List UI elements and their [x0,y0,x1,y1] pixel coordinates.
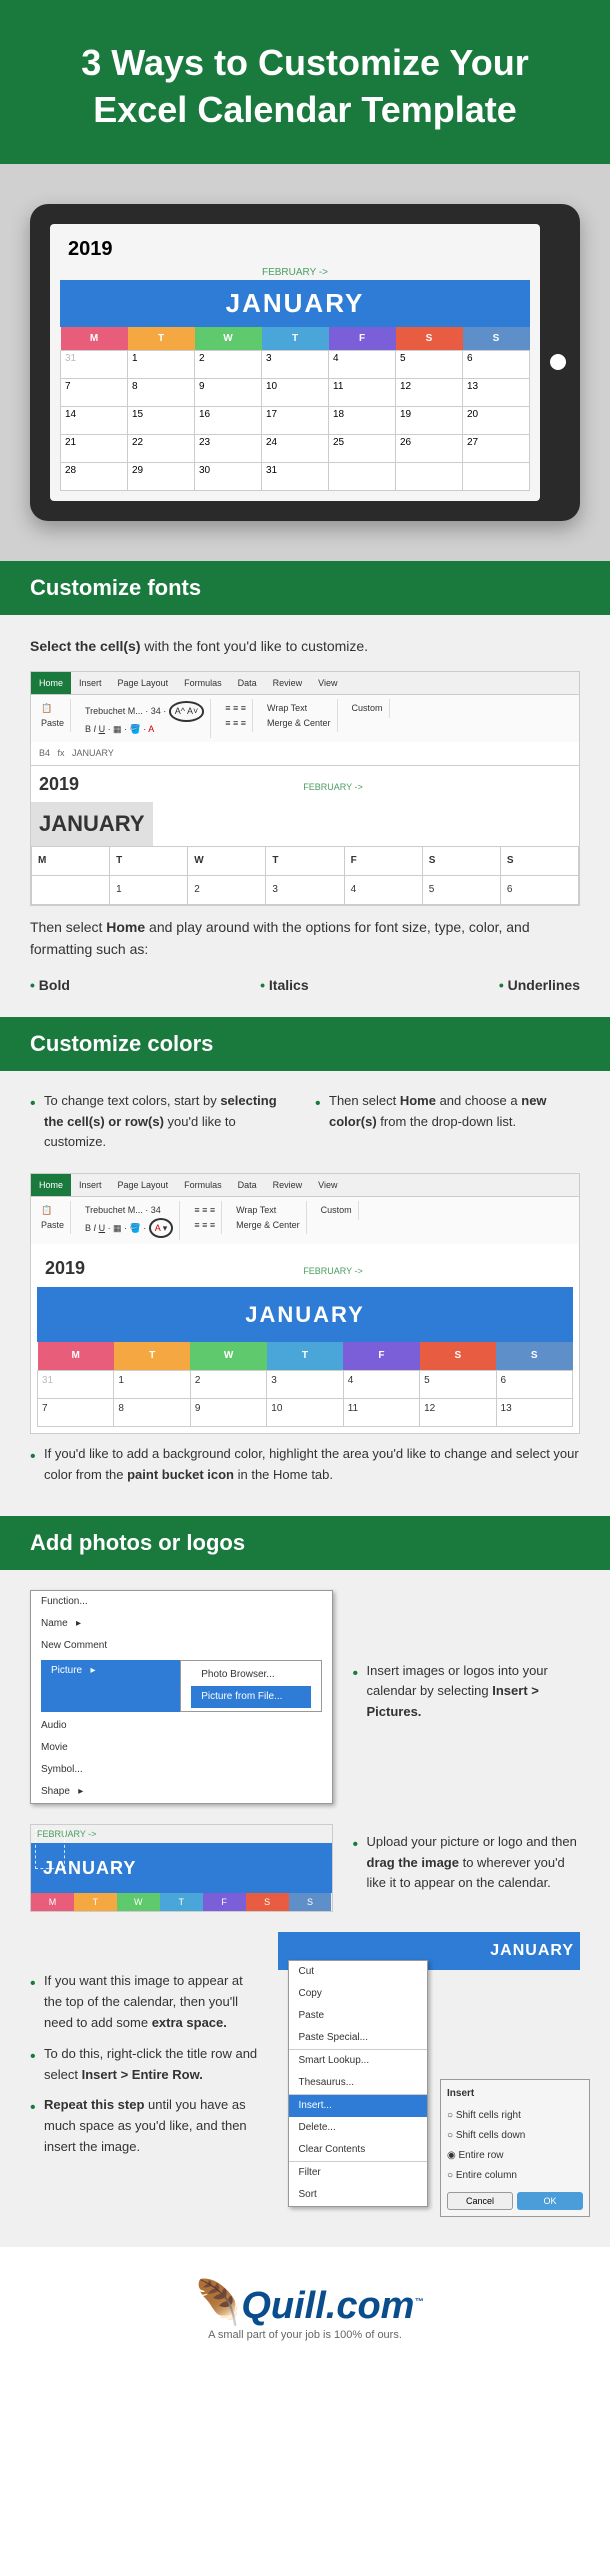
ribbon-tabs: Home Insert Page Layout Formulas Data Re… [31,672,579,695]
font-color-circled: A ▾ [149,1218,174,1238]
tab-home: Home [31,672,71,694]
tablet-frame: 2019 FEBRUARY -> JANUARY MTWTFSS 3112345… [30,204,580,521]
photos-step-2: Upload your picture or logo and then dra… [353,1832,581,1894]
tab-view: View [310,672,345,694]
section-body-fonts: Select the cell(s) with the font you'd l… [0,615,610,1017]
selected-month-cell: JANUARY [31,802,153,845]
section-header-fonts: Customize fonts [0,561,610,615]
font-group: Trebuchet M... · 34 B I U · ▦ · 🪣 · A ▾ [79,1201,180,1240]
insert-dialog-screenshot: Insert ○ Shift cells right ○ Shift cells… [440,2079,590,2217]
tablet-screen: 2019 FEBRUARY -> JANUARY MTWTFSS 3112345… [50,224,540,501]
paste-group: 📋Paste [35,1201,71,1234]
colors-step-1: To change text colors, start by selectin… [30,1091,295,1153]
footer-tagline: A small part of your job is 100% of ours… [30,2329,580,2341]
photos-step-5: Repeat this step until you have as much … [30,2095,258,2157]
font-group: Trebuchet M... · 34 · A^ A˅ B I U · ▦ · … [79,699,211,738]
cell-reference-bar: B4 fx JANUARY [31,742,579,765]
ok-button: OK [517,2192,583,2210]
mini-next-link: FEBRUARY -> [87,780,579,794]
mini-year: 2019 [31,766,87,803]
page-title: 3 Ways to Customize Your Excel Calendar … [30,40,580,134]
photos-step-4: To do this, right-click the title row an… [30,2044,258,2086]
tab-formulas: Formulas [176,672,230,694]
calendar-strip: JANUARY [31,1843,332,1893]
calendar-month-banner: JANUARY [60,280,530,327]
tab-data: Data [230,672,265,694]
tab-review: Review [265,672,311,694]
photos-step-1: Insert images or logos into your calenda… [353,1661,581,1723]
section-header-photos: Add photos or logos [0,1516,610,1570]
fonts-outro: Then select Home and play around with th… [30,916,580,961]
footer: 🪶Quill.com™ A small part of your job is … [0,2247,610,2371]
tab-page-layout: Page Layout [110,672,177,694]
fonts-intro: Select the cell(s) with the font you'd l… [30,635,580,657]
align-group: ≡ ≡ ≡≡ ≡ ≡ [219,699,253,732]
section-body-colors: To change text colors, start by selectin… [0,1071,610,1516]
cancel-button: Cancel [447,2192,513,2210]
colors-month-banner: JANUARY [37,1287,573,1342]
section-body-photos: Function... Name ▸ New Comment Picture ▸… [0,1570,610,2247]
wrap-group: Wrap TextMerge & Center [261,699,338,732]
font-options-list: Bold Italics Underlines [30,974,580,996]
calendar-year: 2019 [60,234,530,265]
colors-step-3: If you'd like to add a background color,… [30,1444,580,1486]
tablet-section: 2019 FEBRUARY -> JANUARY MTWTFSS 3112345… [0,164,610,561]
quill-logo: 🪶Quill.com™ [30,2277,580,2329]
number-group: Custom [346,699,390,717]
colors-step-2: Then select Home and choose a new color(… [315,1091,580,1133]
tablet-home-button [550,354,566,370]
next-month-link: FEBRUARY -> [60,267,530,278]
image-drag-handles-icon [35,1829,65,1869]
paste-group: 📋Paste [35,699,71,732]
feather-icon: 🪶 [187,2279,242,2328]
calendar-grid: MTWTFSS 31123456 78910111213 14151617181… [60,327,530,491]
excel-ribbon-screenshot-2: Home Insert Page Layout Formulas Data Re… [30,1173,580,1434]
excel-ribbon-screenshot-1: Home Insert Page Layout Formulas Data Re… [30,671,580,906]
context-menu-screenshot: Cut Copy Paste Paste Special... Smart Lo… [288,1960,428,2207]
hero-banner: 3 Ways to Customize Your Excel Calendar … [0,0,610,164]
tab-insert: Insert [71,672,110,694]
photos-step-3: If you want this image to appear at the … [30,1971,258,2033]
section-header-colors: Customize colors [0,1017,610,1071]
insert-menu-screenshot: Function... Name ▸ New Comment Picture ▸… [30,1590,333,1804]
font-size-controls-circled: A^ A˅ [169,701,205,721]
